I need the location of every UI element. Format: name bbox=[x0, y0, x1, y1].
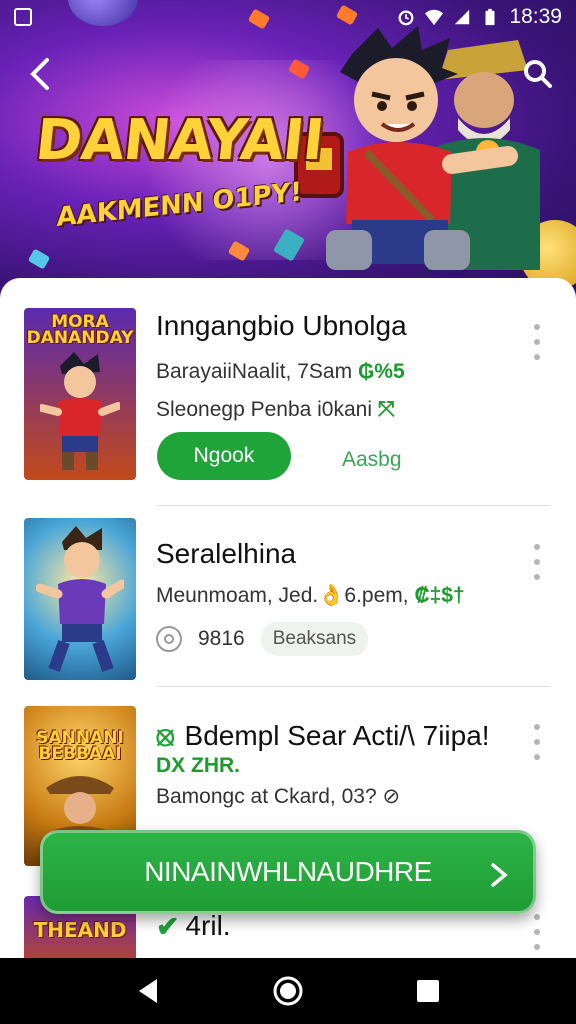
item-meta-badge: ₡‡$† bbox=[414, 584, 465, 607]
back-arrow-icon bbox=[30, 58, 49, 90]
item-meta-text: Sleonegp Penba i0kani bbox=[156, 398, 373, 421]
more-options-icon[interactable] bbox=[528, 320, 546, 364]
nav-home-icon[interactable] bbox=[272, 975, 304, 1007]
wifi-icon bbox=[425, 9, 444, 26]
search-icon bbox=[524, 60, 552, 88]
cta-label: NINAINWHLNAUDHRE bbox=[144, 856, 432, 887]
thumbnail-title: SANNANI BEBBAAI bbox=[36, 728, 124, 764]
item-meta: Meunmoam, Jed.👌6.pem, ₡‡$† bbox=[156, 584, 465, 608]
check-icon: ✔ bbox=[156, 911, 180, 942]
item-title: 4ril. bbox=[185, 910, 231, 941]
hero-banner: DANAYAII AAKMENN O1PY! 18:39 bbox=[0, 0, 576, 300]
hero-title: DANAYAII bbox=[32, 108, 327, 173]
notification-icon bbox=[14, 8, 32, 26]
item-title-row: ⦻ Bdempl Sear Acti/\ 7iipa! bbox=[156, 720, 490, 753]
game-thumbnail[interactable] bbox=[24, 518, 136, 680]
item-title: Seralelhina bbox=[156, 538, 297, 569]
item-meta-badge: ⤧ bbox=[377, 398, 395, 421]
battery-icon bbox=[485, 8, 495, 26]
signal-icon bbox=[455, 9, 470, 25]
system-nav-bar bbox=[0, 958, 576, 1024]
divider bbox=[156, 686, 550, 687]
back-button[interactable] bbox=[18, 52, 62, 96]
nav-back-icon[interactable] bbox=[135, 977, 161, 1005]
category-chip[interactable]: Beaksans bbox=[260, 622, 369, 656]
item-meta-text: Bamongc at Ckard, 03? bbox=[156, 785, 377, 808]
item-meta-badge: ₲%5 bbox=[357, 360, 405, 383]
item-title: Bdempl Sear Acti/\ 7iipa! bbox=[184, 720, 490, 751]
item-meta: Sleonegp Penba i0kani ⤧ bbox=[156, 398, 395, 422]
more-options-icon[interactable] bbox=[528, 720, 546, 764]
rating-icon bbox=[156, 626, 182, 652]
item-title: Inngangbio Ubnolga bbox=[156, 310, 407, 341]
item-meta-text: BarayaiiNaalit, 7Sam bbox=[156, 360, 353, 383]
primary-cta-button[interactable]: NINAINWHLNAUDHRE bbox=[40, 830, 536, 914]
secondary-action-button[interactable]: Aasbg bbox=[342, 448, 402, 472]
item-meta: Bamongc at Ckard, 03? ⊘ bbox=[156, 784, 400, 809]
item-meta-badge: ⊘ bbox=[382, 785, 401, 808]
item-stats: 9816 Beaksans bbox=[156, 622, 369, 656]
more-options-icon[interactable] bbox=[528, 910, 546, 954]
status-time: 18:39 bbox=[509, 5, 562, 28]
chevron-right-icon bbox=[491, 863, 508, 887]
search-button[interactable] bbox=[516, 52, 560, 96]
primary-action-button[interactable]: Ngook bbox=[157, 432, 291, 480]
item-meta: DX ZHR. bbox=[156, 754, 240, 778]
divider bbox=[156, 505, 550, 506]
hero-shard-decoration bbox=[27, 248, 51, 270]
game-thumbnail[interactable]: MORA DANANDAY bbox=[24, 308, 136, 480]
rating-value: 9816 bbox=[198, 627, 245, 650]
thumbnail-title: MORA DANANDAY bbox=[26, 312, 134, 348]
thumbnail-character bbox=[36, 526, 124, 673]
list-item[interactable]: Seralelhina Meunmoam, Jed.👌6.pem, ₡‡$† 9… bbox=[24, 518, 550, 680]
list-item[interactable]: MORA DANANDAY Inngangbio Ubnolga Barayai… bbox=[24, 308, 550, 480]
item-meta: BarayaiiNaalit, 7Sam ₲%5 bbox=[156, 360, 405, 384]
item-meta-tag: DX ZHR. bbox=[156, 754, 240, 777]
thumbnail-character bbox=[40, 352, 120, 470]
more-options-icon[interactable] bbox=[528, 540, 546, 584]
status-bar: 18:39 bbox=[0, 0, 576, 34]
nav-recents-icon[interactable] bbox=[415, 978, 441, 1004]
alarm-icon bbox=[399, 10, 414, 26]
item-title-row: ✔ 4ril. bbox=[156, 910, 231, 943]
thumbs-up-icon: ⦻ bbox=[156, 720, 175, 751]
item-meta-text: Meunmoam, Jed.👌6.pem, bbox=[156, 584, 409, 607]
thumbnail-title: THEAND bbox=[33, 918, 127, 942]
